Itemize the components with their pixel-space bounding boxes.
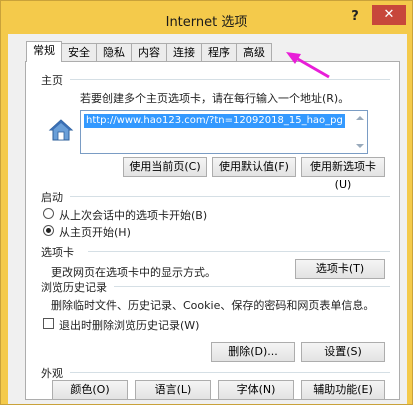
url-scrollbar[interactable] [353, 111, 367, 153]
tab-strip: 常规 安全 隐私 内容 连接 程序 高级 [26, 41, 272, 62]
colors-button[interactable]: 颜色(O) [52, 380, 128, 400]
radio-last-session[interactable] [43, 208, 54, 219]
fonts-button[interactable]: 字体(N) [218, 380, 294, 400]
languages-button[interactable]: 语言(L) [135, 380, 211, 400]
house-icon [48, 119, 74, 141]
home-page-url-textarea[interactable]: http://www.hao123.com/?tn=12092018_15_ha… [80, 110, 368, 154]
appearance-divider [70, 372, 390, 373]
delete-on-exit-checkbox[interactable] [43, 318, 54, 329]
history-settings-button[interactable]: 设置(S) [301, 342, 385, 362]
tab-security[interactable]: 安全 [61, 43, 97, 62]
browsing-history-description: 删除临时文件、历史记录、Cookie、保存的密码和网页表单信息。 [51, 299, 375, 312]
tab-programs[interactable]: 程序 [201, 43, 237, 62]
delete-on-exit-label: 退出时删除浏览历史记录(W) [59, 319, 200, 332]
tabs-divider [88, 251, 390, 252]
home-page-divider [70, 79, 390, 80]
startup-divider [70, 196, 390, 197]
tabs-settings-button[interactable]: 选项卡(T) [295, 259, 385, 279]
scroll-up-icon[interactable] [356, 116, 364, 120]
close-button[interactable]: ✕ [372, 5, 406, 25]
internet-options-dialog: Internet 选项 ? ✕ 常规 安全 隐私 内容 连接 程序 高级 主页 … [0, 0, 413, 405]
home-page-heading: 主页 [41, 74, 63, 87]
tabs-heading: 选项卡 [41, 246, 74, 259]
tab-privacy[interactable]: 隐私 [96, 43, 132, 62]
browsing-history-divider [114, 286, 390, 287]
browsing-history-heading: 浏览历史记录 [41, 281, 107, 294]
dialog-body: 常规 安全 隐私 内容 连接 程序 高级 主页 若要创建多个主页选项卡，请在每行… [8, 34, 407, 404]
radio-home-page[interactable] [43, 225, 54, 236]
tab-general[interactable]: 常规 [26, 41, 62, 62]
startup-heading: 启动 [41, 191, 63, 204]
help-button[interactable]: ? [346, 8, 364, 26]
home-page-url-value: http://www.hao123.com/?tn=12092018_15_ha… [84, 114, 345, 128]
radio-last-session-label: 从上次会话中的选项卡开始(B) [59, 209, 208, 222]
delete-history-button[interactable]: 删除(D)... [211, 342, 295, 362]
general-tab-panel: 主页 若要创建多个主页选项卡，请在每行输入一个地址(R)。 http://www… [25, 61, 400, 400]
title-bar[interactable]: Internet 选项 ? ✕ [1, 1, 412, 33]
appearance-heading: 外观 [41, 367, 63, 380]
use-new-tab-button[interactable]: 使用新选项卡(U) [301, 157, 385, 191]
radio-home-page-label: 从主页开始(H) [59, 226, 131, 239]
accessibility-button[interactable]: 辅助功能(E) [301, 380, 385, 400]
use-current-button[interactable]: 使用当前页(C) [123, 157, 207, 177]
tab-content[interactable]: 内容 [131, 43, 167, 62]
tabs-description: 更改网页在选项卡中的显示方式。 [51, 266, 216, 279]
tab-connections[interactable]: 连接 [166, 43, 202, 62]
use-default-button[interactable]: 使用默认值(F) [212, 157, 296, 177]
scroll-down-icon[interactable] [356, 144, 364, 148]
home-page-description: 若要创建多个主页选项卡，请在每行输入一个地址(R)。 [80, 92, 350, 105]
tab-advanced[interactable]: 高级 [236, 43, 272, 62]
